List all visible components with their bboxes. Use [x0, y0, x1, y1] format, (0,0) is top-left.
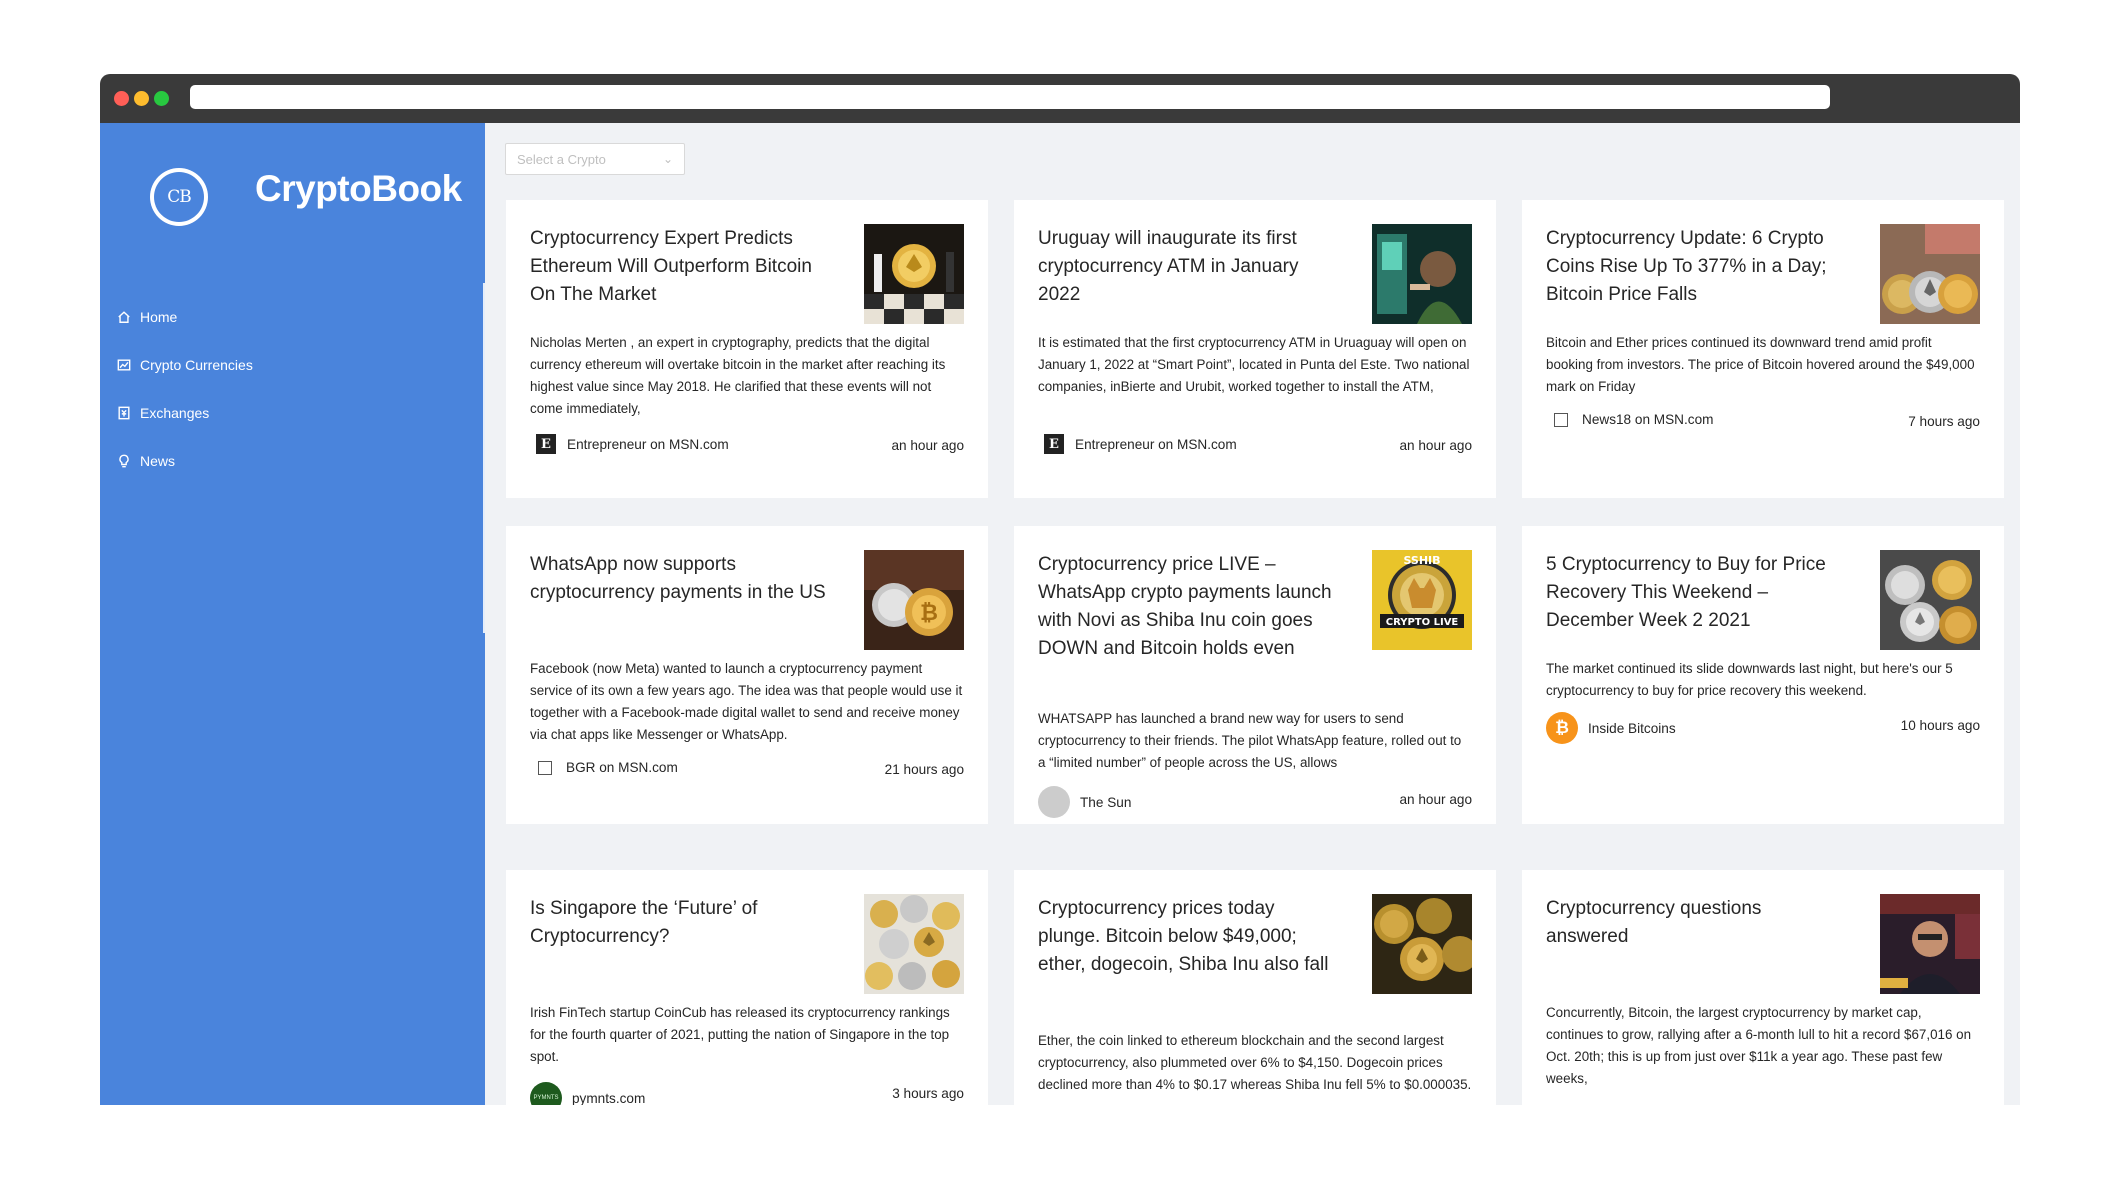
news-time: 7 hours ago [1908, 414, 1980, 429]
app-root: CB CryptoBook Home Crypto Currencies Exc… [100, 123, 2020, 1105]
news-title[interactable]: Cryptocurrency price LIVE – WhatsApp cry… [1038, 551, 1338, 663]
close-window-button[interactable] [114, 91, 129, 106]
provider-avatar [1038, 786, 1070, 818]
news-title[interactable]: Cryptocurrency questions answered [1546, 895, 1846, 951]
news-card[interactable]: Cryptocurrency questions answered Concur… [1522, 870, 2004, 1105]
provider-name: Inside Bitcoins [1588, 720, 1676, 736]
news-time: 10 hours ago [1900, 718, 1980, 733]
news-provider[interactable]: E Entrepreneur on MSN.com [530, 434, 729, 454]
app-title[interactable]: CryptoBook [255, 168, 462, 210]
sidebar-item-home[interactable]: Home [116, 293, 476, 341]
provider-name: Entrepreneur on MSN.com [567, 436, 729, 452]
news-thumbnail [864, 894, 964, 994]
news-description: It is estimated that the first cryptocur… [1038, 335, 1470, 394]
news-description: WHATSAPP has launched a brand new way fo… [1038, 711, 1462, 770]
news-card[interactable]: Is Singapore the ‘Future’ of Cryptocurre… [506, 870, 988, 1105]
news-card[interactable]: Cryptocurrency price LIVE – WhatsApp cry… [1014, 526, 1496, 824]
news-thumbnail [1880, 550, 1980, 650]
fund-icon [116, 357, 132, 373]
news-title[interactable]: Cryptocurrency Update: 6 Crypto Coins Ri… [1546, 225, 1846, 309]
news-description: Irish FinTech startup CoinCub has releas… [530, 1005, 950, 1064]
news-provider[interactable]: The Sun [1038, 786, 1131, 818]
news-card[interactable]: Uruguay will inaugurate its first crypto… [1014, 200, 1496, 498]
news-thumbnail [864, 224, 964, 324]
provider-name: BGR on MSN.com [566, 760, 678, 775]
news-thumbnail [1372, 894, 1472, 994]
news-card[interactable]: Cryptocurrency Expert Predicts Ethereum … [506, 200, 988, 498]
news-description: Ether, the coin linked to ethereum block… [1038, 1033, 1472, 1092]
news-time: 3 hours ago [892, 1086, 964, 1101]
news-description: Bitcoin and Ether prices continued its d… [1546, 335, 1975, 394]
logo-icon: CB [150, 168, 208, 226]
news-provider[interactable]: E Entrepreneur on MSN.com [1038, 434, 1237, 454]
maximize-window-button[interactable] [154, 91, 169, 106]
sidebar: CB CryptoBook Home Crypto Currencies Exc… [100, 123, 485, 1105]
address-bar[interactable] [190, 85, 1830, 109]
news-description: Nicholas Merten , an expert in cryptogra… [530, 335, 946, 416]
provider-avatar [538, 760, 552, 775]
shib-label: SSHIB [1403, 554, 1440, 567]
news-provider[interactable]: ₿ Inside Bitcoins [1546, 712, 1676, 744]
sidebar-menu: Home Crypto Currencies Exchanges News [116, 293, 476, 485]
news-card[interactable]: 5 Cryptocurrency to Buy for Price Recove… [1522, 526, 2004, 824]
bitcoin-icon: ₿ [1546, 712, 1578, 744]
news-provider[interactable]: PYMNTS pymnts.com [530, 1082, 645, 1105]
provider-name: News18 on MSN.com [1582, 412, 1714, 427]
browser-titlebar [100, 74, 2020, 123]
news-title[interactable]: Cryptocurrency Expert Predicts Ethereum … [530, 225, 830, 309]
logo[interactable]: CB [150, 167, 208, 227]
news-card[interactable]: Cryptocurrency prices today plunge. Bitc… [1014, 870, 1496, 1105]
money-collect-icon [116, 405, 132, 421]
news-thumbnail [1372, 224, 1472, 324]
news-title[interactable]: Cryptocurrency prices today plunge. Bitc… [1038, 895, 1338, 979]
logo-monogram: CB [154, 172, 204, 222]
news-time: an hour ago [1399, 792, 1472, 807]
news-thumbnail: SSHIB CRYPTO LIVE [1372, 550, 1472, 650]
svg-text:₿: ₿ [920, 601, 938, 626]
provider-name: pymnts.com [572, 1090, 646, 1106]
browser-window: CB CryptoBook Home Crypto Currencies Exc… [100, 74, 2020, 1105]
provider-avatar: E [536, 434, 556, 454]
sidebar-item-crypto-currencies[interactable]: Crypto Currencies [116, 341, 476, 389]
provider-avatar: PYMNTS [530, 1082, 562, 1105]
news-title[interactable]: Uruguay will inaugurate its first crypto… [1038, 225, 1338, 309]
bulb-icon [116, 453, 132, 469]
news-description: Concurrently, Bitcoin, the largest crypt… [1546, 1005, 1972, 1086]
news-title[interactable]: Is Singapore the ‘Future’ of Cryptocurre… [530, 895, 830, 951]
news-provider[interactable]: News18 on MSN.com [1546, 412, 1713, 427]
sidebar-item-label: News [140, 453, 176, 469]
news-provider[interactable]: BGR on MSN.com [530, 760, 678, 775]
news-time: an hour ago [891, 438, 964, 453]
provider-avatar: E [1044, 434, 1064, 454]
news-time: 21 hours ago [884, 762, 964, 777]
provider-avatar [1554, 412, 1568, 427]
news-description: The market continued its slide downwards… [1546, 661, 1953, 698]
news-thumbnail [1880, 894, 1980, 994]
news-thumbnail: ₿ [864, 550, 964, 650]
crypto-live-label: CRYPTO LIVE [1386, 617, 1459, 628]
news-content: Select a Crypto ⌄ Cryptocurrency Expert … [485, 123, 2020, 1105]
sidebar-item-news[interactable]: News [116, 437, 476, 485]
home-icon [116, 309, 132, 325]
provider-name: Entrepreneur on MSN.com [1075, 436, 1237, 452]
news-time: an hour ago [1399, 438, 1472, 453]
chevron-down-icon: ⌄ [662, 152, 673, 166]
sidebar-item-exchanges[interactable]: Exchanges [116, 389, 476, 437]
crypto-select-placeholder: Select a Crypto [517, 151, 606, 167]
news-description: Facebook (now Meta) wanted to launch a c… [530, 661, 963, 742]
news-thumbnail [1880, 224, 1980, 324]
minimize-window-button[interactable] [134, 91, 149, 106]
sidebar-item-label: Exchanges [140, 405, 210, 421]
news-card[interactable]: WhatsApp now supports cryptocurrency pay… [506, 526, 988, 824]
news-title[interactable]: 5 Cryptocurrency to Buy for Price Recove… [1546, 551, 1846, 635]
news-title[interactable]: WhatsApp now supports cryptocurrency pay… [530, 551, 830, 607]
news-card[interactable]: Cryptocurrency Update: 6 Crypto Coins Ri… [1522, 200, 2004, 498]
crypto-select[interactable]: Select a Crypto ⌄ [505, 143, 685, 175]
sidebar-item-label: Crypto Currencies [140, 357, 253, 373]
sidebar-item-label: Home [140, 309, 178, 325]
provider-name: The Sun [1080, 794, 1132, 810]
